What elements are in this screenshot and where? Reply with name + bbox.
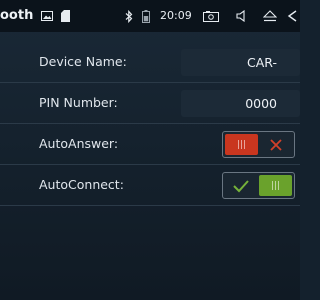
device-name-field[interactable]: CAR- [181,49,300,76]
toggle-thumb [225,134,258,155]
toggle-thumb [259,175,292,196]
close-icon [259,132,293,157]
check-icon [224,173,258,198]
auto-connect-row: AutoConnect: [0,165,300,206]
pin-number-label: PIN Number: [39,95,118,110]
auto-answer-toggle[interactable] [222,131,295,158]
app-title: ooth [0,8,34,23]
pin-number-row: PIN Number: 0000 [0,83,300,124]
eject-icon[interactable] [262,0,278,32]
volume-icon[interactable] [234,0,248,32]
bluetooth-icon [124,0,134,32]
camera-icon[interactable] [202,0,220,32]
auto-answer-label: AutoAnswer: [39,136,119,151]
sd-card-icon [59,0,71,32]
status-bar: ooth 20:09 [0,0,300,32]
auto-connect-toggle[interactable] [222,172,295,199]
back-icon[interactable] [286,0,300,32]
device-name-row: Device Name: CAR- [0,42,300,83]
device-name-value: CAR- [247,55,277,70]
pin-number-field[interactable]: 0000 [181,90,300,117]
auto-answer-row: AutoAnswer: [0,124,300,165]
device-name-label: Device Name: [39,54,127,69]
image-icon [40,0,54,32]
pin-number-value: 0000 [245,96,277,111]
clock: 20:09 [160,9,192,22]
auto-connect-label: AutoConnect: [39,177,124,192]
bluetooth-settings-screen: ooth 20:09 Device Name: CAR- PIN Number:… [0,0,300,300]
battery-icon [140,0,152,32]
